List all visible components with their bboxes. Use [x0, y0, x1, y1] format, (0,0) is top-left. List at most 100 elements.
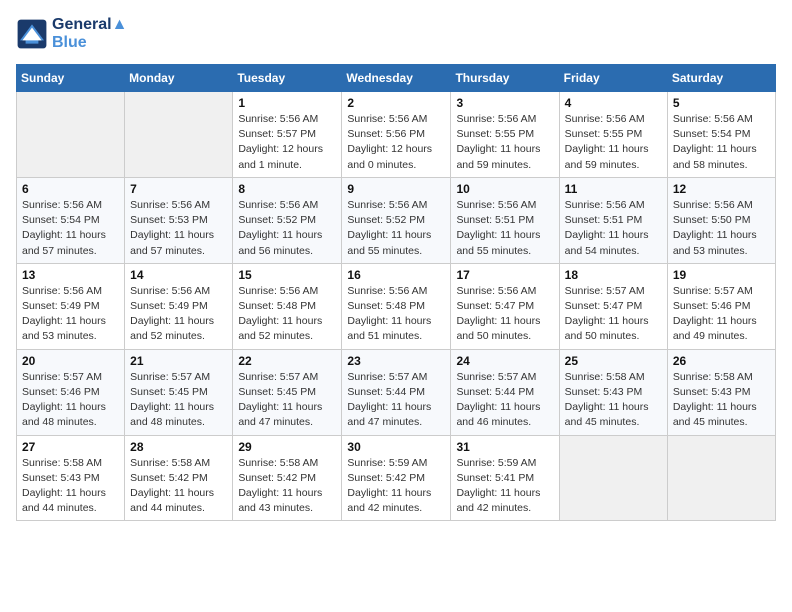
logo: General▲ Blue [16, 16, 127, 52]
day-info: Sunrise: 5:56 AM Sunset: 5:48 PM Dayligh… [347, 284, 445, 345]
day-cell: 4 Sunrise: 5:56 AM Sunset: 5:55 PM Daylig… [559, 92, 667, 178]
day-cell: 16 Sunrise: 5:56 AM Sunset: 5:48 PM Dayli… [342, 263, 451, 349]
day-cell: 18 Sunrise: 5:57 AM Sunset: 5:47 PM Dayli… [559, 263, 667, 349]
day-cell: 11 Sunrise: 5:56 AM Sunset: 5:51 PM Dayli… [559, 177, 667, 263]
day-cell: 23 Sunrise: 5:57 AM Sunset: 5:44 PM Dayli… [342, 349, 451, 435]
day-number: 19 [673, 268, 770, 282]
col-header-tuesday: Tuesday [233, 65, 342, 92]
week-row-5: 27 Sunrise: 5:58 AM Sunset: 5:43 PM Dayli… [17, 435, 776, 521]
day-cell: 14Sunrise: 5:56 AM Sunset: 5:49 PM Dayli… [125, 263, 233, 349]
day-info: Sunrise: 5:56 AM Sunset: 5:49 PM Dayligh… [130, 284, 227, 345]
day-info: Sunrise: 5:57 AM Sunset: 5:47 PM Dayligh… [565, 284, 662, 345]
day-info: Sunrise: 5:59 AM Sunset: 5:42 PM Dayligh… [347, 456, 445, 517]
day-cell [667, 435, 775, 521]
day-cell: 25Sunrise: 5:58 AM Sunset: 5:43 PM Dayli… [559, 349, 667, 435]
day-number: 21 [130, 354, 227, 368]
day-number: 26 [673, 354, 770, 368]
day-info: Sunrise: 5:56 AM Sunset: 5:55 PM Dayligh… [565, 112, 662, 173]
day-number: 23 [347, 354, 445, 368]
day-cell: 28 Sunrise: 5:58 AM Sunset: 5:42 PM Dayli… [125, 435, 233, 521]
day-number: 5 [673, 96, 770, 110]
day-info: Sunrise: 5:56 AM Sunset: 5:56 PM Dayligh… [347, 112, 445, 173]
day-cell: 9Sunrise: 5:56 AM Sunset: 5:52 PM Daylig… [342, 177, 451, 263]
day-info: Sunrise: 5:57 AM Sunset: 5:45 PM Dayligh… [238, 370, 336, 431]
day-cell [559, 435, 667, 521]
day-info: Sunrise: 5:58 AM Sunset: 5:42 PM Dayligh… [238, 456, 336, 517]
day-number: 18 [565, 268, 662, 282]
col-header-thursday: Thursday [451, 65, 559, 92]
day-number: 12 [673, 182, 770, 196]
day-cell: 10 Sunrise: 5:56 AM Sunset: 5:51 PM Dayli… [451, 177, 559, 263]
header-row: SundayMondayTuesdayWednesdayThursdayFrid… [17, 65, 776, 92]
day-number: 16 [347, 268, 445, 282]
day-number: 31 [456, 440, 553, 454]
logo-text: General▲ Blue [52, 16, 127, 52]
day-number: 24 [456, 354, 553, 368]
day-info: Sunrise: 5:57 AM Sunset: 5:44 PM Dayligh… [347, 370, 445, 431]
col-header-monday: Monday [125, 65, 233, 92]
day-number: 6 [22, 182, 119, 196]
col-header-saturday: Saturday [667, 65, 775, 92]
day-cell: 13 Sunrise: 5:56 AM Sunset: 5:49 PM Dayli… [17, 263, 125, 349]
day-cell [125, 92, 233, 178]
day-info: Sunrise: 5:56 AM Sunset: 5:54 PM Dayligh… [22, 198, 119, 259]
day-info: Sunrise: 5:59 AM Sunset: 5:41 PM Dayligh… [456, 456, 553, 517]
logo-icon [16, 18, 48, 50]
day-info: Sunrise: 5:56 AM Sunset: 5:55 PM Dayligh… [456, 112, 553, 173]
day-info: Sunrise: 5:56 AM Sunset: 5:53 PM Dayligh… [130, 198, 227, 259]
day-cell: 5Sunrise: 5:56 AM Sunset: 5:54 PM Daylig… [667, 92, 775, 178]
day-info: Sunrise: 5:56 AM Sunset: 5:50 PM Dayligh… [673, 198, 770, 259]
day-cell: 20 Sunrise: 5:57 AM Sunset: 5:46 PM Dayli… [17, 349, 125, 435]
day-number: 3 [456, 96, 553, 110]
day-cell: 21 Sunrise: 5:57 AM Sunset: 5:45 PM Dayli… [125, 349, 233, 435]
day-cell: 19 Sunrise: 5:57 AM Sunset: 5:46 PM Dayli… [667, 263, 775, 349]
day-info: Sunrise: 5:57 AM Sunset: 5:46 PM Dayligh… [673, 284, 770, 345]
day-cell: 31 Sunrise: 5:59 AM Sunset: 5:41 PM Dayli… [451, 435, 559, 521]
day-info: Sunrise: 5:58 AM Sunset: 5:43 PM Dayligh… [565, 370, 662, 431]
day-number: 22 [238, 354, 336, 368]
day-number: 10 [456, 182, 553, 196]
day-cell: 27 Sunrise: 5:58 AM Sunset: 5:43 PM Dayli… [17, 435, 125, 521]
day-cell: 1 Sunrise: 5:56 AM Sunset: 5:57 PM Daylig… [233, 92, 342, 178]
day-number: 13 [22, 268, 119, 282]
day-cell: 26 Sunrise: 5:58 AM Sunset: 5:43 PM Dayli… [667, 349, 775, 435]
day-info: Sunrise: 5:58 AM Sunset: 5:42 PM Dayligh… [130, 456, 227, 517]
week-row-1: 1 Sunrise: 5:56 AM Sunset: 5:57 PM Daylig… [17, 92, 776, 178]
week-row-4: 20 Sunrise: 5:57 AM Sunset: 5:46 PM Dayli… [17, 349, 776, 435]
day-info: Sunrise: 5:56 AM Sunset: 5:49 PM Dayligh… [22, 284, 119, 345]
day-cell: 7 Sunrise: 5:56 AM Sunset: 5:53 PM Daylig… [125, 177, 233, 263]
day-number: 4 [565, 96, 662, 110]
day-info: Sunrise: 5:57 AM Sunset: 5:46 PM Dayligh… [22, 370, 119, 431]
day-number: 1 [238, 96, 336, 110]
calendar-table: SundayMondayTuesdayWednesdayThursdayFrid… [16, 64, 776, 521]
day-cell: 12 Sunrise: 5:56 AM Sunset: 5:50 PM Dayli… [667, 177, 775, 263]
day-number: 20 [22, 354, 119, 368]
day-number: 2 [347, 96, 445, 110]
day-cell: 30Sunrise: 5:59 AM Sunset: 5:42 PM Dayli… [342, 435, 451, 521]
day-number: 9 [347, 182, 445, 196]
day-info: Sunrise: 5:57 AM Sunset: 5:45 PM Dayligh… [130, 370, 227, 431]
day-cell: 8Sunrise: 5:56 AM Sunset: 5:52 PM Daylig… [233, 177, 342, 263]
day-info: Sunrise: 5:58 AM Sunset: 5:43 PM Dayligh… [673, 370, 770, 431]
day-cell [17, 92, 125, 178]
day-cell: 15Sunrise: 5:56 AM Sunset: 5:48 PM Dayli… [233, 263, 342, 349]
day-cell: 24Sunrise: 5:57 AM Sunset: 5:44 PM Dayli… [451, 349, 559, 435]
day-cell: 17Sunrise: 5:56 AM Sunset: 5:47 PM Dayli… [451, 263, 559, 349]
day-number: 7 [130, 182, 227, 196]
day-number: 27 [22, 440, 119, 454]
day-cell: 6 Sunrise: 5:56 AM Sunset: 5:54 PM Daylig… [17, 177, 125, 263]
day-number: 11 [565, 182, 662, 196]
day-number: 15 [238, 268, 336, 282]
day-info: Sunrise: 5:56 AM Sunset: 5:47 PM Dayligh… [456, 284, 553, 345]
day-cell: 3 Sunrise: 5:56 AM Sunset: 5:55 PM Daylig… [451, 92, 559, 178]
week-row-3: 13 Sunrise: 5:56 AM Sunset: 5:49 PM Dayli… [17, 263, 776, 349]
day-info: Sunrise: 5:56 AM Sunset: 5:51 PM Dayligh… [456, 198, 553, 259]
day-info: Sunrise: 5:58 AM Sunset: 5:43 PM Dayligh… [22, 456, 119, 517]
page-header: General▲ Blue [16, 16, 776, 52]
day-cell: 22 Sunrise: 5:57 AM Sunset: 5:45 PM Dayli… [233, 349, 342, 435]
day-info: Sunrise: 5:56 AM Sunset: 5:57 PM Dayligh… [238, 112, 336, 173]
day-info: Sunrise: 5:56 AM Sunset: 5:51 PM Dayligh… [565, 198, 662, 259]
day-number: 8 [238, 182, 336, 196]
day-cell: 2 Sunrise: 5:56 AM Sunset: 5:56 PM Daylig… [342, 92, 451, 178]
day-number: 28 [130, 440, 227, 454]
